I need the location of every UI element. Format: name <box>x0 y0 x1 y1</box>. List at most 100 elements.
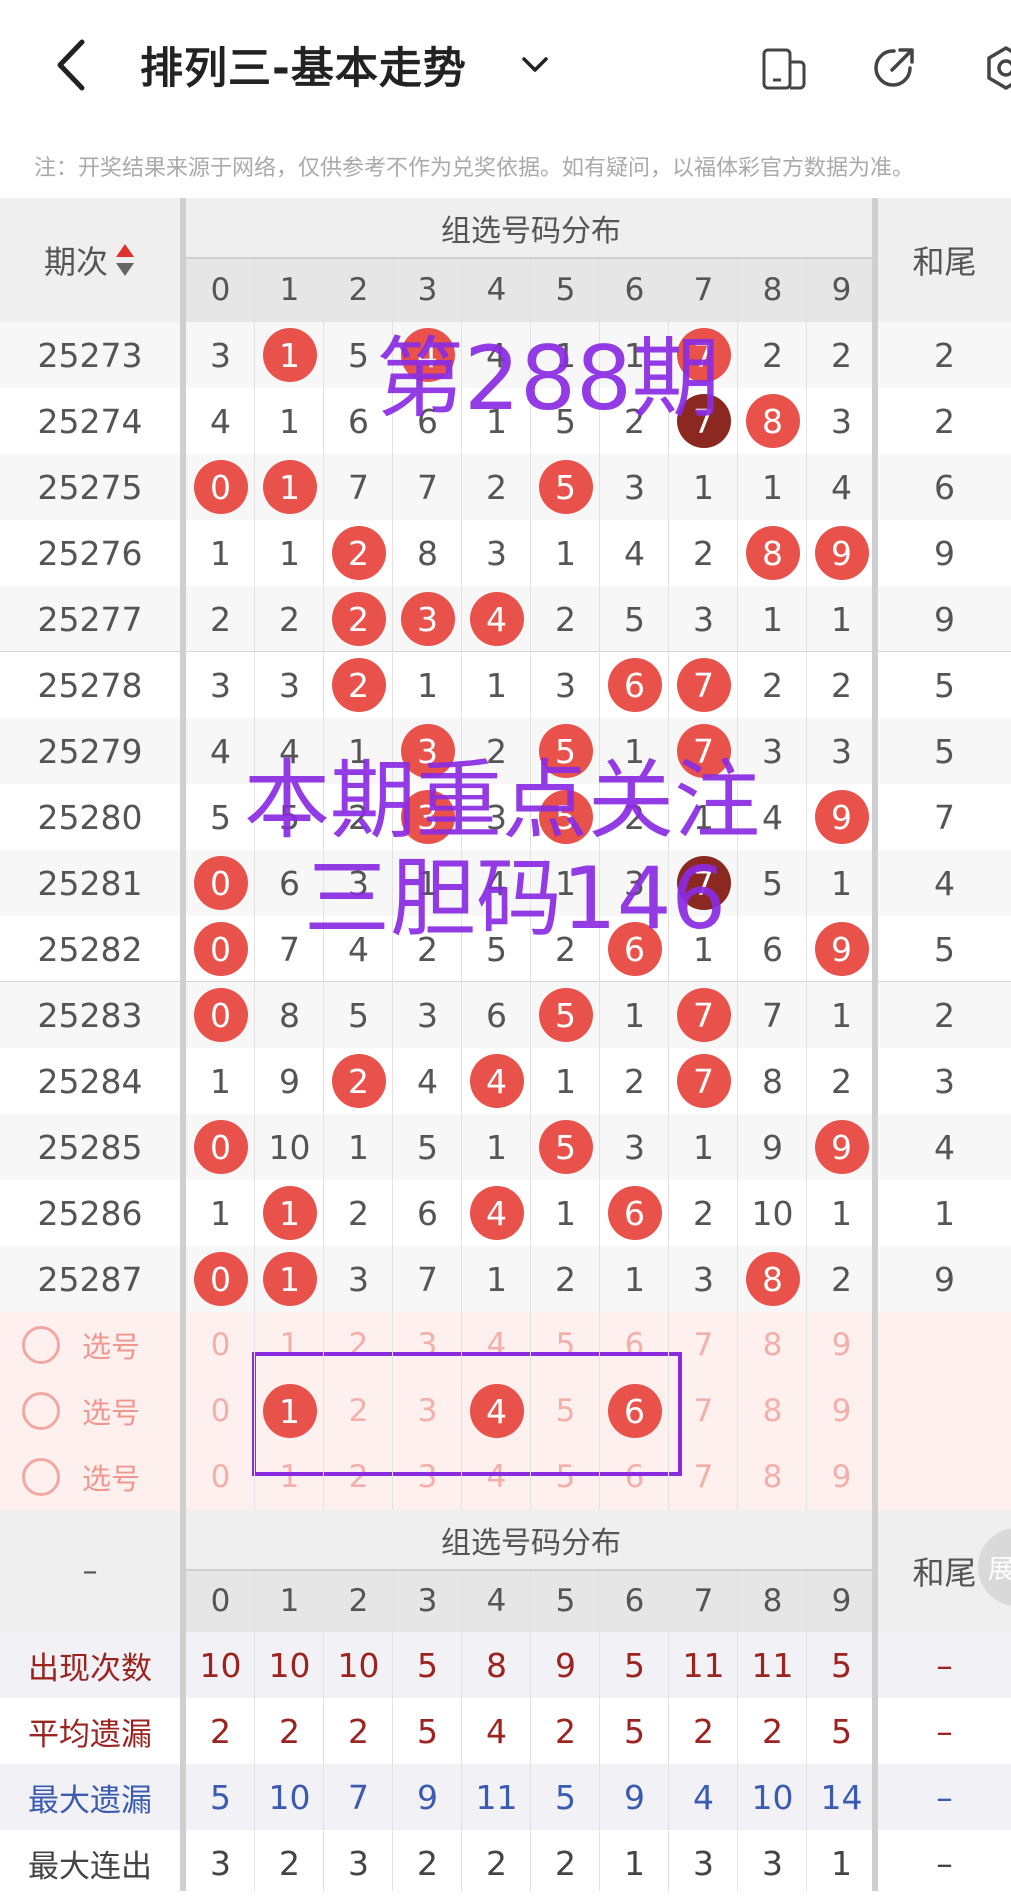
header-line <box>186 257 876 259</box>
tail-value: 7 <box>934 797 955 837</box>
stats-value: 3 <box>693 1843 714 1883</box>
share-icon[interactable] <box>870 44 918 92</box>
stats-label: 出现次数 <box>28 1650 152 1687</box>
settings-icon[interactable] <box>982 44 1011 92</box>
stats-digit-header-4: 4 <box>486 1583 507 1619</box>
hit-ball: 9 <box>814 1120 869 1174</box>
sort-icon[interactable] <box>114 240 136 280</box>
period-number: 25276 <box>37 533 143 573</box>
digit-cell: 1 <box>807 982 876 1048</box>
digit-cell: 1 <box>186 1048 255 1114</box>
digit-cell: 1 <box>324 1114 393 1180</box>
page-title[interactable]: 排列三-基本走势 <box>140 34 467 96</box>
pick-digit-0[interactable]: 0 <box>186 1378 255 1444</box>
pick-digit-9[interactable]: 9 <box>807 1444 876 1510</box>
phone-layout-icon[interactable] <box>760 44 808 92</box>
stats-tail: – <box>936 1777 953 1817</box>
digit-cell: 1 <box>255 388 324 454</box>
digit-col-divider <box>323 1570 324 1891</box>
period-number: 25287 <box>37 1259 143 1299</box>
pick-digit-label: 8 <box>762 1459 783 1495</box>
pick-digit-8[interactable]: 8 <box>738 1378 807 1444</box>
miss-count: 5 <box>348 995 369 1035</box>
miss-count: 3 <box>279 665 300 705</box>
pick-digit-9[interactable]: 9 <box>807 1312 876 1378</box>
stats-digit-header-5: 5 <box>555 1583 576 1619</box>
digit-cell: 2 <box>462 454 531 520</box>
hit-ball: 1 <box>262 460 317 514</box>
digit-cell: 6 <box>600 1180 669 1246</box>
pick-digit-8[interactable]: 8 <box>738 1444 807 1510</box>
stats-value: 5 <box>417 1645 438 1685</box>
digit-cell: 1 <box>462 1246 531 1312</box>
digit-cell: 5 <box>531 454 600 520</box>
stats-label: 平均遗漏 <box>28 1716 152 1753</box>
digit-col-divider <box>806 258 807 1510</box>
stats-value: 9 <box>417 1777 438 1817</box>
digit-cell: 0 <box>186 454 255 520</box>
hit-ball: 5 <box>538 460 593 514</box>
select-row-toggle[interactable]: 选号 <box>0 1444 180 1510</box>
digit-cell: 9 <box>807 520 876 586</box>
tail-value: 9 <box>934 533 955 573</box>
digit-cell: 7 <box>669 982 738 1048</box>
digit-cell: 1 <box>255 322 324 388</box>
digit-cell: 2 <box>531 1246 600 1312</box>
digit-cell: 5 <box>393 1114 462 1180</box>
tail-value: 4 <box>934 863 955 903</box>
digit-cell: 6 <box>462 982 531 1048</box>
pick-digit-0[interactable]: 0 <box>186 1312 255 1378</box>
miss-count: 1 <box>555 1061 576 1101</box>
digit-cell: 1 <box>255 1246 324 1312</box>
miss-count: 3 <box>417 995 438 1035</box>
stats-tail: – <box>936 1843 953 1883</box>
digit-cell: 3 <box>669 586 738 652</box>
miss-count: 1 <box>831 863 852 903</box>
chevron-down-icon[interactable] <box>518 48 552 82</box>
select-row-toggle[interactable]: 选号 <box>0 1378 180 1444</box>
digit-cell: 1 <box>807 1180 876 1246</box>
tail-col-divider <box>872 198 878 1891</box>
miss-count: 2 <box>555 1259 576 1299</box>
hit-ball: 4 <box>469 592 524 646</box>
miss-count: 4 <box>624 533 645 573</box>
radio-circle-icon[interactable] <box>22 1458 60 1496</box>
miss-count: 1 <box>831 599 852 639</box>
pick-digit-label: 0 <box>210 1393 231 1429</box>
select-row-toggle[interactable]: 选号 <box>0 1312 180 1378</box>
digit-cell: 1 <box>738 586 807 652</box>
stats-value: 11 <box>751 1645 794 1685</box>
radio-circle-icon[interactable] <box>22 1326 60 1364</box>
miss-count: 6 <box>762 929 783 969</box>
digit-cell: 5 <box>600 586 669 652</box>
digit-cell: 3 <box>807 388 876 454</box>
period-header-label: 期次 <box>43 243 108 281</box>
digit-cell: 6 <box>393 1180 462 1246</box>
pick-digit-label: 7 <box>693 1327 714 1363</box>
miss-count: 1 <box>762 599 783 639</box>
pick-digit-9[interactable]: 9 <box>807 1378 876 1444</box>
digit-cell: 9 <box>807 1114 876 1180</box>
pick-digit-8[interactable]: 8 <box>738 1312 807 1378</box>
miss-count: 4 <box>762 797 783 837</box>
miss-count: 1 <box>624 1259 645 1299</box>
digit-cell: 2 <box>324 1180 393 1246</box>
period-header[interactable]: 期次 <box>0 198 180 322</box>
digit-cell: 2 <box>807 1048 876 1114</box>
digit-cell: 2 <box>186 586 255 652</box>
miss-count: 2 <box>693 533 714 573</box>
miss-count: 5 <box>762 863 783 903</box>
miss-count: 7 <box>417 1259 438 1299</box>
period-number: 25278 <box>37 665 143 705</box>
digit-cell: 2 <box>738 322 807 388</box>
pick-digit-0[interactable]: 0 <box>186 1444 255 1510</box>
hit-ball: 7 <box>676 658 731 712</box>
top-bar: 排列三-基本走势 <box>0 0 1011 130</box>
miss-count: 2 <box>762 335 783 375</box>
stats-value: 2 <box>555 1843 576 1883</box>
focus-overlay-line2: 三胆码146 <box>304 849 727 949</box>
stats-value: 3 <box>210 1843 231 1883</box>
back-arrow-icon[interactable] <box>48 36 96 94</box>
period-overlay-text: 第288期 <box>376 327 720 430</box>
radio-circle-icon[interactable] <box>22 1392 60 1430</box>
